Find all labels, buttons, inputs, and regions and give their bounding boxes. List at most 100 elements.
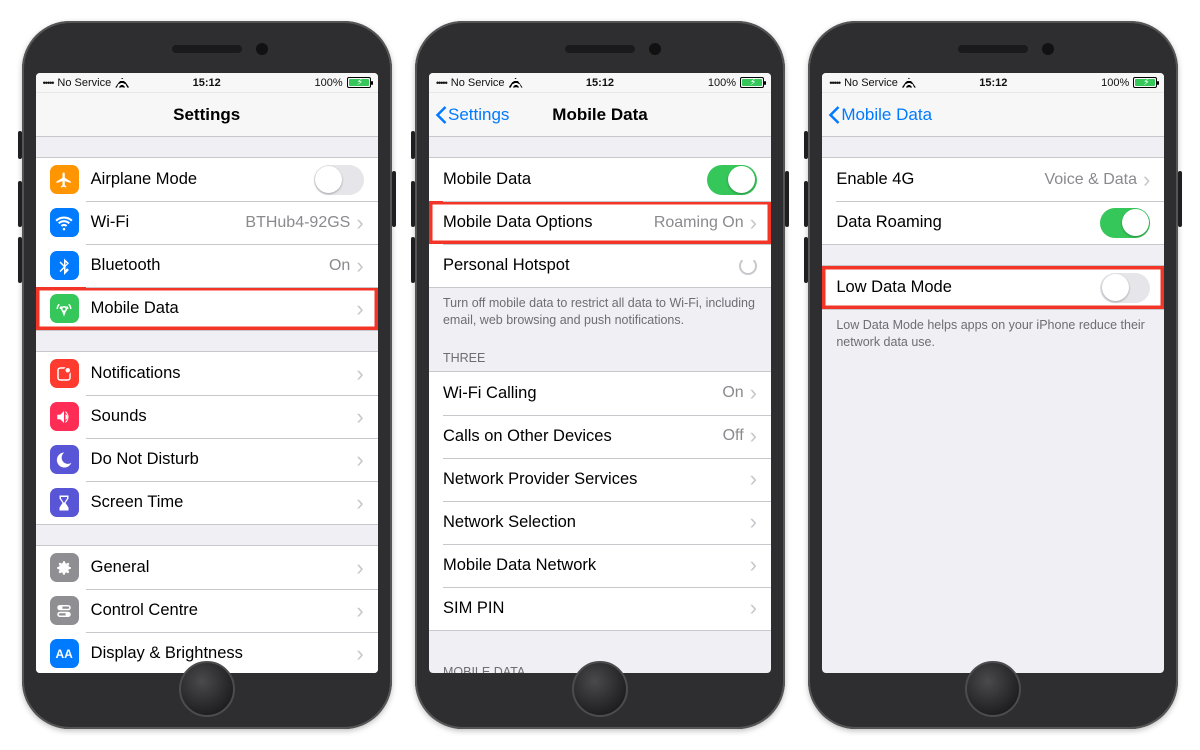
row-bluetooth[interactable]: Bluetooth On › xyxy=(36,244,378,287)
row-wifi-calling[interactable]: Wi-Fi Calling On › xyxy=(429,372,771,415)
switches-icon xyxy=(50,596,79,625)
row-screen-time[interactable]: Screen Time › xyxy=(36,481,378,524)
row-mobile-data-toggle[interactable]: Mobile Data xyxy=(429,158,771,201)
chevron-left-icon xyxy=(828,105,841,125)
low-data-mode-toggle[interactable] xyxy=(1100,273,1150,303)
row-network-selection[interactable]: Network Selection › xyxy=(429,501,771,544)
row-label: Mobile Data xyxy=(91,299,357,318)
row-detail: BTHub4-92GS xyxy=(245,214,350,232)
signal-dots-icon: ••••• xyxy=(43,78,54,88)
chevron-right-icon: › xyxy=(356,298,363,320)
carrier-label: No Service xyxy=(57,77,111,89)
row-mobile-data-network[interactable]: Mobile Data Network › xyxy=(429,544,771,587)
screen-mobile-data-options: •••••No Service 15:12 100%⚡︎ Mobile Data… xyxy=(822,73,1164,673)
row-label: Mobile Data Network xyxy=(443,556,750,575)
back-button[interactable]: Mobile Data xyxy=(822,105,932,125)
section-header: THREE xyxy=(429,333,771,371)
gear-icon xyxy=(50,553,79,582)
wifi-icon xyxy=(115,78,129,88)
chevron-left-icon xyxy=(435,105,448,125)
row-label: General xyxy=(91,558,357,577)
row-label: Wi-Fi xyxy=(91,213,246,232)
screen-settings: •••••No Service 15:12 100% ⚡︎ Settings Ai… xyxy=(36,73,378,673)
back-label: Settings xyxy=(448,105,509,125)
row-do-not-disturb[interactable]: Do Not Disturb › xyxy=(36,438,378,481)
row-label: Control Centre xyxy=(91,601,357,620)
row-low-data-mode[interactable]: Low Data Mode xyxy=(822,266,1164,309)
row-detail: Roaming On xyxy=(654,214,744,232)
home-button[interactable] xyxy=(572,661,628,717)
chevron-right-icon: › xyxy=(356,449,363,471)
wifi-icon xyxy=(902,78,916,88)
row-detail: Off xyxy=(723,427,744,445)
chevron-right-icon: › xyxy=(750,554,757,576)
home-button[interactable] xyxy=(179,661,235,717)
clock: 15:12 xyxy=(193,77,221,89)
row-label: Mobile Data xyxy=(443,170,707,189)
row-wifi[interactable]: Wi-Fi BTHub4-92GS › xyxy=(36,201,378,244)
battery-icon: ⚡︎ xyxy=(1133,77,1157,88)
battery-icon: ⚡︎ xyxy=(347,77,371,88)
row-label: Low Data Mode xyxy=(836,278,1100,297)
row-personal-hotspot[interactable]: Personal Hotspot xyxy=(429,244,771,287)
row-label: Display & Brightness xyxy=(91,644,357,663)
notifications-icon xyxy=(50,359,79,388)
row-label: SIM PIN xyxy=(443,599,750,618)
row-label: Calls on Other Devices xyxy=(443,427,723,446)
section-footer: Turn off mobile data to restrict all dat… xyxy=(429,288,771,333)
hourglass-icon xyxy=(50,488,79,517)
nav-bar: Settings xyxy=(36,93,378,137)
battery-icon: ⚡︎ xyxy=(740,77,764,88)
chevron-right-icon: › xyxy=(356,600,363,622)
home-button[interactable] xyxy=(965,661,1021,717)
row-enable-4g[interactable]: Enable 4G Voice & Data › xyxy=(822,158,1164,201)
wifi-icon xyxy=(50,208,79,237)
chevron-right-icon: › xyxy=(356,557,363,579)
loading-spinner-icon xyxy=(739,257,757,275)
section-footer: Low Data Mode helps apps on your iPhone … xyxy=(822,310,1164,355)
signal-dots-icon: ••••• xyxy=(436,78,447,88)
row-calls-other-devices[interactable]: Calls on Other Devices Off › xyxy=(429,415,771,458)
row-control-centre[interactable]: Control Centre › xyxy=(36,589,378,632)
airplane-toggle[interactable] xyxy=(314,165,364,195)
row-notifications[interactable]: Notifications › xyxy=(36,352,378,395)
row-detail: Voice & Data xyxy=(1044,171,1137,189)
chevron-right-icon: › xyxy=(356,492,363,514)
status-bar: •••••No Service 15:12 100%⚡︎ xyxy=(429,73,771,93)
mobile-data-toggle[interactable] xyxy=(707,165,757,195)
row-mobile-data[interactable]: Mobile Data › xyxy=(36,287,378,330)
row-detail: On xyxy=(329,257,350,275)
row-label: Data Roaming xyxy=(836,213,1100,232)
row-label: Enable 4G xyxy=(836,170,1044,189)
moon-icon xyxy=(50,445,79,474)
row-label: Network Selection xyxy=(443,513,750,532)
row-label: Wi-Fi Calling xyxy=(443,384,722,403)
iphone-frame-3: •••••No Service 15:12 100%⚡︎ Mobile Data… xyxy=(808,21,1178,729)
chevron-right-icon: › xyxy=(356,212,363,234)
chevron-right-icon: › xyxy=(750,511,757,533)
chevron-right-icon: › xyxy=(750,597,757,619)
row-network-provider-services[interactable]: Network Provider Services › xyxy=(429,458,771,501)
row-sounds[interactable]: Sounds › xyxy=(36,395,378,438)
signal-dots-icon: ••••• xyxy=(829,78,840,88)
row-sim-pin[interactable]: SIM PIN › xyxy=(429,587,771,630)
battery-percent: 100% xyxy=(708,77,736,89)
battery-percent: 100% xyxy=(315,77,343,89)
row-label: Do Not Disturb xyxy=(91,450,357,469)
row-mobile-data-options[interactable]: Mobile Data Options Roaming On › xyxy=(429,201,771,244)
iphone-frame-1: •••••No Service 15:12 100% ⚡︎ Settings Ai… xyxy=(22,21,392,729)
row-general[interactable]: General › xyxy=(36,546,378,589)
nav-bar: Mobile Data xyxy=(822,93,1164,137)
screen-mobile-data: •••••No Service 15:12 100%⚡︎ Settings Mo… xyxy=(429,73,771,673)
back-button[interactable]: Settings xyxy=(429,105,509,125)
nav-bar: Settings Mobile Data xyxy=(429,93,771,137)
antenna-icon xyxy=(50,294,79,323)
back-label: Mobile Data xyxy=(841,105,932,125)
row-label: Personal Hotspot xyxy=(443,256,739,275)
row-data-roaming[interactable]: Data Roaming xyxy=(822,201,1164,244)
chevron-right-icon: › xyxy=(356,363,363,385)
data-roaming-toggle[interactable] xyxy=(1100,208,1150,238)
chevron-right-icon: › xyxy=(750,212,757,234)
row-airplane-mode[interactable]: Airplane Mode xyxy=(36,158,378,201)
chevron-right-icon: › xyxy=(1143,169,1150,191)
